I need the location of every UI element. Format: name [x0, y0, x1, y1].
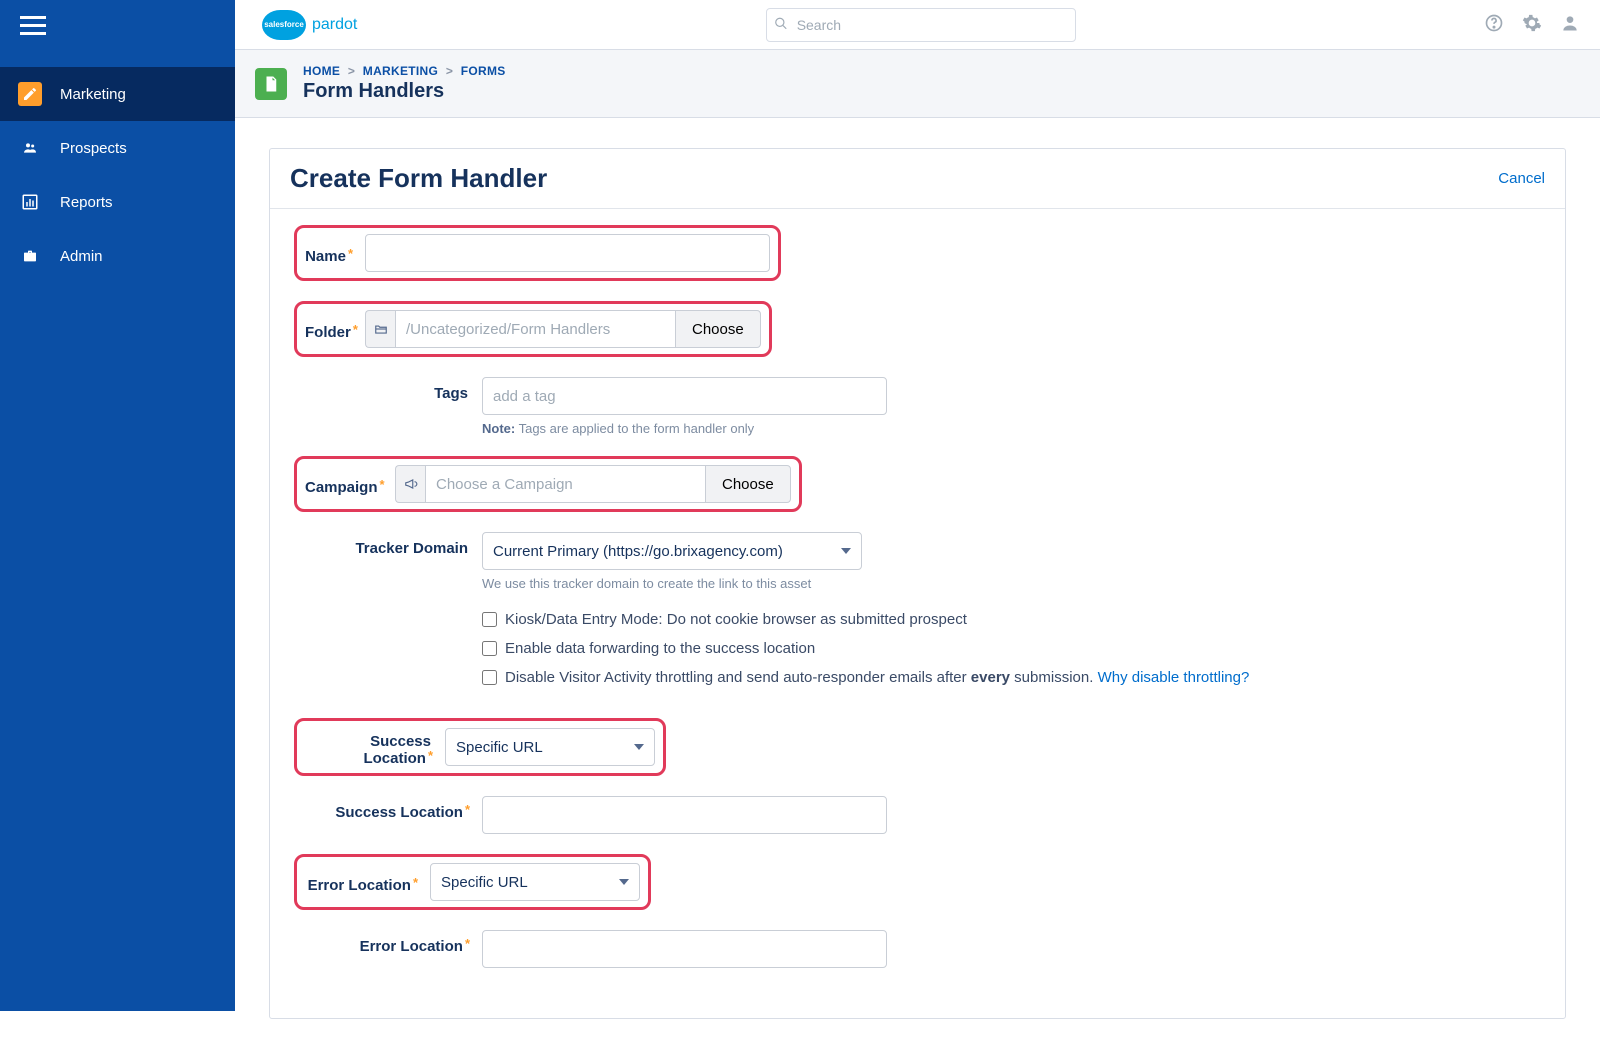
- brand-text: pardot: [312, 16, 357, 34]
- success-location-select[interactable]: Specific URL: [445, 728, 655, 766]
- chart-icon: [18, 190, 42, 214]
- kiosk-checkbox-row[interactable]: Kiosk/Data Entry Mode: Do not cookie bro…: [482, 611, 1249, 628]
- sidebar-item-prospects[interactable]: Prospects: [0, 121, 235, 175]
- breadcrumb-forms[interactable]: FORMS: [461, 64, 506, 78]
- folder-label: Folder: [305, 318, 365, 341]
- folder-choose-button[interactable]: Choose: [675, 310, 761, 348]
- breadcrumb-home[interactable]: HOME: [303, 64, 340, 78]
- sidebar-item-reports[interactable]: Reports: [0, 175, 235, 229]
- user-icon[interactable]: [1560, 13, 1580, 36]
- success-location-label: Success Location: [305, 727, 445, 767]
- card-title: Create Form Handler: [290, 163, 547, 194]
- campaign-input[interactable]: [425, 465, 705, 503]
- briefcase-icon: [18, 244, 42, 268]
- salesforce-cloud-icon: salesforce: [262, 10, 306, 40]
- error-location-label: Error Location: [305, 871, 430, 894]
- throttle-checkbox[interactable]: [482, 670, 497, 685]
- sidebar-item-label: Marketing: [60, 86, 126, 103]
- hamburger-icon[interactable]: [0, 0, 235, 55]
- pencil-icon: [18, 82, 42, 106]
- sidebar-item-label: Admin: [60, 248, 103, 265]
- highlight-error-location: Error Location Specific URL: [294, 854, 651, 910]
- highlight-success-location: Success Location Specific URL: [294, 718, 666, 776]
- megaphone-icon: [395, 465, 425, 503]
- success-location-url-label: Success Location: [294, 796, 482, 821]
- campaign-label: Campaign: [305, 473, 395, 496]
- forward-checkbox-row[interactable]: Enable data forwarding to the success lo…: [482, 640, 1249, 657]
- tracker-note: We use this tracker domain to create the…: [482, 576, 862, 591]
- search-icon: [774, 16, 788, 33]
- cancel-link[interactable]: Cancel: [1498, 170, 1545, 187]
- tracker-domain-select[interactable]: Current Primary (https://go.brixagency.c…: [482, 532, 862, 570]
- topbar: salesforce pardot: [0, 0, 1600, 50]
- highlight-campaign: Campaign Choose: [294, 456, 802, 512]
- search-input[interactable]: [766, 8, 1076, 42]
- create-form-handler-card: Create Form Handler Cancel Name Folder: [269, 148, 1566, 1019]
- success-location-url-input[interactable]: [482, 796, 887, 834]
- tags-label: Tags: [294, 377, 482, 402]
- page-title: Form Handlers: [303, 80, 506, 103]
- kiosk-checkbox[interactable]: [482, 612, 497, 627]
- name-input[interactable]: [365, 234, 770, 272]
- help-icon[interactable]: [1484, 13, 1504, 36]
- sidebar-item-label: Prospects: [60, 140, 127, 157]
- sidebar-item-admin[interactable]: Admin: [0, 229, 235, 283]
- sidebar-item-label: Reports: [60, 194, 113, 211]
- folder-icon: [365, 310, 395, 348]
- search-wrap: [766, 8, 1076, 42]
- name-label: Name: [305, 242, 365, 265]
- folder-input[interactable]: [395, 310, 675, 348]
- error-location-url-label: Error Location: [294, 930, 482, 955]
- users-icon: [18, 136, 42, 160]
- breadcrumb: HOME > MARKETING > FORMS: [303, 64, 506, 78]
- sidebar-item-marketing[interactable]: Marketing: [0, 67, 235, 121]
- forward-checkbox[interactable]: [482, 641, 497, 656]
- error-location-url-input[interactable]: [482, 930, 887, 968]
- highlight-folder: Folder Choose: [294, 301, 772, 357]
- tags-note: Note: Tags are applied to the form handl…: [482, 421, 887, 436]
- tracker-label: Tracker Domain: [294, 532, 482, 557]
- sidebar: Marketing Prospects Reports Admin: [0, 0, 235, 1011]
- breadcrumb-marketing[interactable]: MARKETING: [363, 64, 438, 78]
- logo: salesforce pardot: [262, 10, 357, 40]
- throttle-checkbox-row[interactable]: Disable Visitor Activity throttling and …: [482, 669, 1249, 686]
- page-header: HOME > MARKETING > FORMS Form Handlers: [235, 50, 1600, 118]
- throttle-link[interactable]: Why disable throttling?: [1098, 669, 1250, 686]
- tags-input[interactable]: [482, 377, 887, 415]
- error-location-select[interactable]: Specific URL: [430, 863, 640, 901]
- campaign-choose-button[interactable]: Choose: [705, 465, 791, 503]
- highlight-name: Name: [294, 225, 781, 281]
- form-page-icon: [255, 68, 287, 100]
- gear-icon[interactable]: [1522, 13, 1542, 36]
